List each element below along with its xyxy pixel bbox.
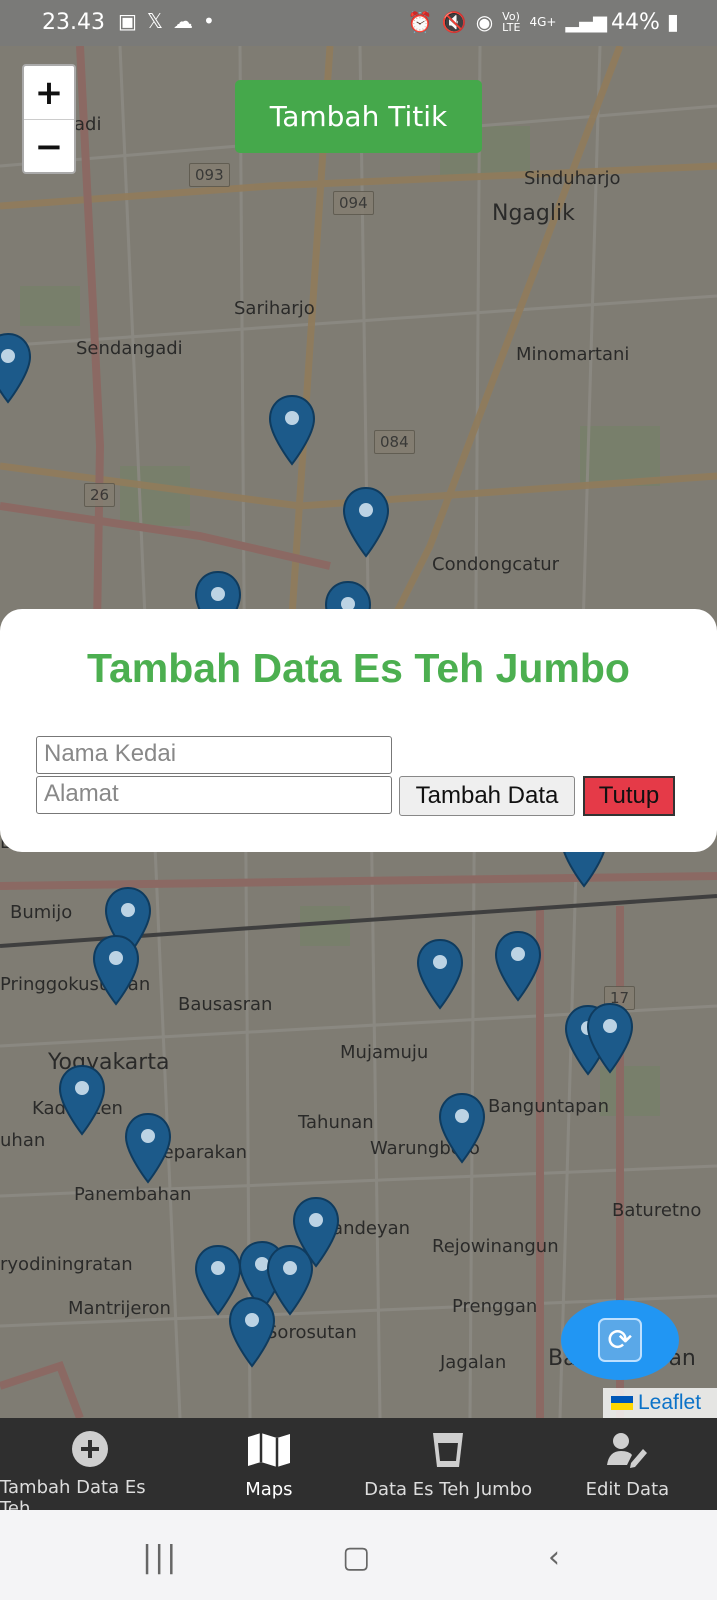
signal-icon: ▂▄▆ (565, 11, 607, 33)
notification-icons: ▣ 𝕏 ☁ • (118, 9, 215, 33)
cup-icon (433, 1433, 464, 1467)
battery-level: 44% ▮ (610, 10, 679, 35)
map-marker-icon[interactable] (268, 394, 316, 466)
alarm-icon: ⏰ (407, 10, 433, 34)
shop-name-input[interactable]: Nama Kedai (36, 736, 392, 774)
home-button[interactable]: ▢ (342, 1540, 370, 1575)
ukraine-flag-icon (611, 1396, 633, 1410)
x-app-icon: 𝕏 (146, 9, 164, 33)
refresh-button[interactable]: ⟳ (561, 1300, 679, 1380)
map-marker-icon[interactable] (124, 1112, 172, 1184)
map-marker-icon[interactable] (438, 1092, 486, 1164)
zoom-control: + − (22, 64, 76, 174)
refresh-icon: ⟳ (598, 1318, 642, 1362)
bottom-navigation: Tambah Data Es Teh Maps Data Es Teh Jumb… (0, 1418, 717, 1519)
attribution-link[interactable]: Leaflet (638, 1391, 701, 1415)
plus-circle-icon (71, 1431, 108, 1467)
map-marker-icon[interactable] (92, 934, 140, 1006)
nav-item-edit-data[interactable]: Edit Data (538, 1418, 717, 1510)
zoom-out-button[interactable]: − (24, 120, 74, 173)
status-time: 23.43 (42, 10, 105, 35)
nav-item-data-es-teh[interactable]: Data Es Teh Jumbo (359, 1418, 538, 1510)
cloud-icon: ☁ (173, 9, 194, 33)
add-data-button[interactable]: Tambah Data (399, 776, 575, 816)
address-input[interactable]: Alamat (36, 776, 392, 814)
mute-icon: 🔇 (441, 10, 467, 34)
map-marker-icon[interactable] (58, 1064, 106, 1136)
recent-apps-button[interactable]: ||| (142, 1540, 178, 1575)
map-marker-icon[interactable] (494, 930, 542, 1002)
nav-label: Maps (245, 1479, 293, 1500)
map-marker-icon[interactable] (0, 332, 32, 404)
user-edit-icon (607, 1433, 648, 1468)
zoom-in-button[interactable]: + (24, 66, 74, 120)
map-marker-icon[interactable] (228, 1296, 276, 1368)
close-button[interactable]: Tutup (583, 776, 675, 816)
system-icons: ⏰ 🔇 ◉ Vo) LTE 4G+ ▂▄▆ (408, 10, 607, 34)
back-button[interactable]: ‹ (548, 1540, 560, 1575)
nav-label: Edit Data (585, 1479, 670, 1500)
map-marker-icon[interactable] (342, 486, 390, 558)
network-type: 4G+ (529, 15, 557, 29)
modal-title: Tambah Data Es Teh Jumbo (87, 645, 630, 691)
map-marker-icon[interactable] (416, 938, 464, 1010)
nav-label: Data Es Teh Jumbo (364, 1479, 533, 1500)
system-navigation-bar: ||| ▢ ‹ (0, 1510, 717, 1600)
nav-item-maps[interactable]: Maps (179, 1418, 358, 1510)
gallery-icon: ▣ (118, 9, 137, 33)
map-attribution[interactable]: Leaflet (603, 1388, 717, 1418)
map-marker-icon[interactable] (586, 1002, 634, 1074)
status-bar: 23.43 ▣ 𝕏 ☁ • ⏰ 🔇 ◉ Vo) LTE 4G+ ▂▄▆ 44% ▮ (0, 0, 717, 46)
map-icon (247, 1433, 290, 1467)
hotspot-icon: ◉ (475, 10, 494, 34)
dot-icon: • (203, 9, 215, 33)
nav-item-tambah-data[interactable]: Tambah Data Es Teh (0, 1418, 179, 1519)
add-point-button[interactable]: Tambah Titik (235, 80, 482, 153)
volte-icon: Vo) LTE (502, 10, 521, 34)
